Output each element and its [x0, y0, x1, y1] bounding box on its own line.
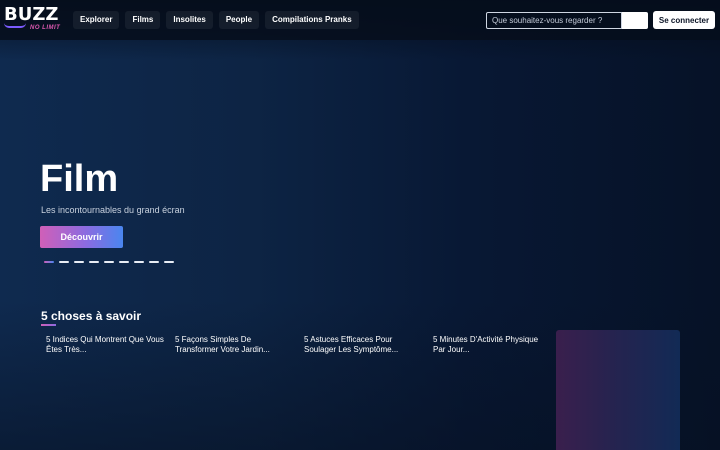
brand-tagline: NO LIMIT — [30, 25, 61, 31]
carousel-dot[interactable] — [104, 261, 114, 263]
discover-button[interactable]: Découvrir — [40, 226, 123, 248]
brand-logo[interactable]: BUZZ NO LIMIT — [4, 5, 64, 35]
section-underline — [41, 324, 56, 326]
nav-item-films[interactable]: Films — [125, 11, 161, 29]
article-card-title: 5 Indices Qui Montrent Que Vous Êtes Trè… — [46, 335, 164, 354]
article-card[interactable]: 5 Minutes D'Activité Physique Par Jour..… — [433, 335, 551, 355]
hero-title: Film — [40, 158, 119, 200]
article-card-title: 5 Astuces Efficaces Pour Soulager Les Sy… — [304, 335, 399, 354]
carousel-dot[interactable] — [119, 261, 129, 263]
carousel-dot[interactable] — [164, 261, 174, 263]
search-button[interactable] — [622, 12, 648, 29]
article-card-title: 5 Minutes D'Activité Physique Par Jour..… — [433, 335, 539, 354]
nav-item-explorer[interactable]: Explorer — [73, 11, 120, 29]
brand-name: BUZZ — [4, 4, 59, 25]
nav-item-compilations-pranks[interactable]: Compilations Pranks — [265, 11, 359, 29]
carousel-dot[interactable] — [149, 261, 159, 263]
promo-thumbnail[interactable] — [556, 330, 680, 450]
nav-item-people[interactable]: People — [218, 11, 260, 29]
carousel-dot[interactable] — [134, 261, 144, 263]
section-title: 5 choses à savoir — [41, 309, 142, 323]
search-input[interactable] — [486, 12, 622, 29]
carousel-dot[interactable] — [44, 261, 54, 263]
logo-swoosh — [4, 23, 26, 28]
main-nav: Explorer Films Insolites People Compilat… — [73, 11, 359, 29]
carousel-dot[interactable] — [74, 261, 84, 263]
carousel-dots — [44, 261, 174, 263]
article-card[interactable]: 5 Indices Qui Montrent Que Vous Êtes Trè… — [46, 335, 164, 355]
nav-item-insolites[interactable]: Insolites — [166, 11, 213, 29]
article-card[interactable]: 5 Façons Simples De Transformer Votre Ja… — [175, 335, 293, 355]
carousel-dot[interactable] — [89, 261, 99, 263]
hero-subtitle: Les incontournables du grand écran — [41, 205, 185, 215]
carousel-dot[interactable] — [59, 261, 69, 263]
login-button[interactable]: Se connecter — [653, 11, 715, 29]
article-card-title: 5 Façons Simples De Transformer Votre Ja… — [175, 335, 270, 354]
article-card[interactable]: 5 Astuces Efficaces Pour Soulager Les Sy… — [304, 335, 422, 355]
top-header: BUZZ NO LIMIT Explorer Films Insolites P… — [0, 0, 720, 40]
